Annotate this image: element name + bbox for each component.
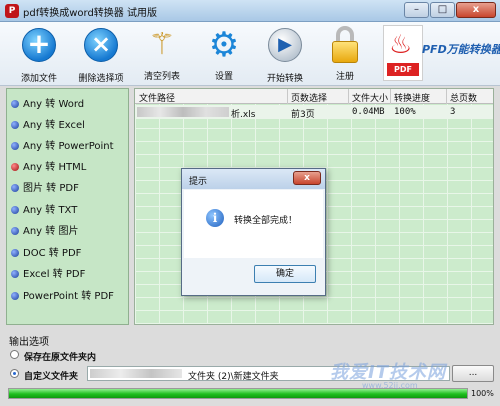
- blue-dot-icon: [11, 121, 19, 129]
- column-header-path[interactable]: 文件路径: [139, 91, 175, 104]
- dialog-title-bar: 提示 x: [182, 169, 325, 189]
- blue-dot-icon: [11, 206, 19, 214]
- play-icon: ▶: [268, 28, 302, 62]
- column-header-progress[interactable]: 转换进度: [394, 91, 430, 104]
- add-file-button[interactable]: + 添加文件: [8, 26, 70, 84]
- menu-item-image-to-pdf[interactable]: 图片 转 PDF: [11, 179, 79, 194]
- cell-total-pages: 3: [450, 107, 456, 117]
- cell-path: 析.xls: [231, 110, 256, 120]
- cell-pages[interactable]: 前3页: [291, 107, 315, 120]
- remove-icon: ×: [84, 28, 118, 62]
- menu-item-any-to-image[interactable]: Any 转 图片: [11, 222, 78, 237]
- output-path-text: 文件夹 (2)\新建文件夹: [188, 372, 279, 382]
- clear-list-label: 清空列表: [143, 72, 180, 82]
- browse-button[interactable]: ...: [452, 365, 494, 382]
- conversion-type-list: Any 转 Word Any 转 Excel Any 转 PowerPoint …: [6, 88, 129, 325]
- cell-size: 0.04MB: [352, 107, 385, 117]
- redacted-output-path: [90, 369, 182, 378]
- ok-button[interactable]: 确定: [254, 265, 316, 283]
- pdf-logo-text: PDF: [387, 63, 419, 76]
- column-header-size[interactable]: 文件大小: [352, 91, 388, 104]
- menu-item-any-to-word[interactable]: Any 转 Word: [11, 95, 84, 110]
- menu-item-any-to-powerpoint[interactable]: Any 转 PowerPoint: [11, 137, 114, 152]
- blue-dot-icon: [11, 227, 19, 235]
- register-button[interactable]: 注册: [314, 26, 376, 82]
- app-icon: P: [5, 4, 19, 18]
- remove-selected-button[interactable]: × 删除选择项: [70, 26, 132, 84]
- blue-dot-icon: [11, 292, 19, 300]
- clear-list-button[interactable]: ⚚ 清空列表: [131, 26, 193, 82]
- menu-item-doc-to-pdf[interactable]: DOC 转 PDF: [11, 244, 81, 259]
- pdf-logo: ♨ PDF: [383, 25, 423, 81]
- save-original-radio[interactable]: [10, 350, 19, 359]
- minimize-button[interactable]: –: [404, 2, 429, 18]
- settings-label: 设置: [214, 72, 233, 82]
- plus-icon: +: [22, 28, 56, 62]
- column-header-total-pages[interactable]: 总页数: [450, 91, 477, 104]
- settings-button[interactable]: ⚙ 设置: [193, 26, 255, 82]
- menu-item-excel-to-pdf[interactable]: Excel 转 PDF: [11, 265, 85, 280]
- red-dot-icon: [11, 163, 19, 171]
- gear-icon: ⚙: [208, 25, 240, 65]
- acrobat-icon: ♨: [389, 30, 413, 60]
- dialog-title: 提示: [189, 177, 208, 187]
- brand-text: PFD万能转换器: [422, 43, 500, 56]
- dialog-close-button[interactable]: x: [293, 171, 321, 185]
- menu-item-any-to-html[interactable]: Any 转 HTML: [11, 158, 86, 173]
- custom-folder-label[interactable]: 自定义文件夹: [24, 369, 78, 382]
- progress-fill: [9, 389, 467, 398]
- blue-dot-icon: [11, 249, 19, 257]
- table-row[interactable]: 析.xls 前3页 0.04MB 100% 3: [135, 105, 493, 120]
- close-button[interactable]: x: [456, 2, 496, 18]
- blue-dot-icon: [11, 100, 19, 108]
- toolbar: + 添加文件 × 删除选择项 ⚚ 清空列表 ⚙ 设置 ▶ 开始转换 注册 ♨ P…: [0, 22, 500, 86]
- broom-icon: ⚚: [148, 27, 176, 62]
- blue-dot-icon: [11, 142, 19, 150]
- completion-dialog: 提示 x i 转换全部完成！ 确定: [181, 168, 326, 296]
- maximize-button[interactable]: □: [430, 2, 455, 18]
- redacted-path: [137, 107, 229, 117]
- window-title: pdf转换成word转换器 试用版: [23, 8, 157, 19]
- lock-icon: [326, 26, 364, 64]
- menu-item-powerpoint-to-pdf[interactable]: PowerPoint 转 PDF: [11, 287, 114, 302]
- cell-progress: 100%: [394, 107, 416, 117]
- output-options-label: 输出选项: [9, 337, 49, 348]
- title-bar: P pdf转换成word转换器 试用版 – □ x: [0, 0, 500, 22]
- register-label: 注册: [335, 72, 354, 82]
- blue-dot-icon: [11, 270, 19, 278]
- add-file-label: 添加文件: [20, 74, 57, 84]
- window-controls: – □ x: [404, 2, 496, 18]
- save-original-label[interactable]: 保存在原文件夹内: [24, 350, 96, 363]
- progress-percent: 100%: [471, 389, 494, 398]
- dialog-body: i 转换全部完成！: [184, 190, 323, 258]
- watermark-url: www.52ij.com: [362, 381, 418, 390]
- start-convert-button[interactable]: ▶ 开始转换: [254, 26, 316, 84]
- menu-item-any-to-excel[interactable]: Any 转 Excel: [11, 116, 85, 131]
- menu-item-any-to-txt[interactable]: Any 转 TXT: [11, 201, 77, 216]
- blue-dot-icon: [11, 184, 19, 192]
- grid-header: 文件路径 页数选择 文件大小 转换进度 总页数: [135, 89, 493, 104]
- remove-selected-label: 删除选择项: [78, 74, 124, 84]
- info-icon: i: [206, 209, 224, 227]
- dialog-message: 转换全部完成！: [234, 216, 298, 226]
- custom-folder-radio[interactable]: [10, 369, 19, 378]
- start-convert-label: 开始转换: [266, 74, 303, 84]
- column-header-pages[interactable]: 页数选择: [291, 91, 327, 104]
